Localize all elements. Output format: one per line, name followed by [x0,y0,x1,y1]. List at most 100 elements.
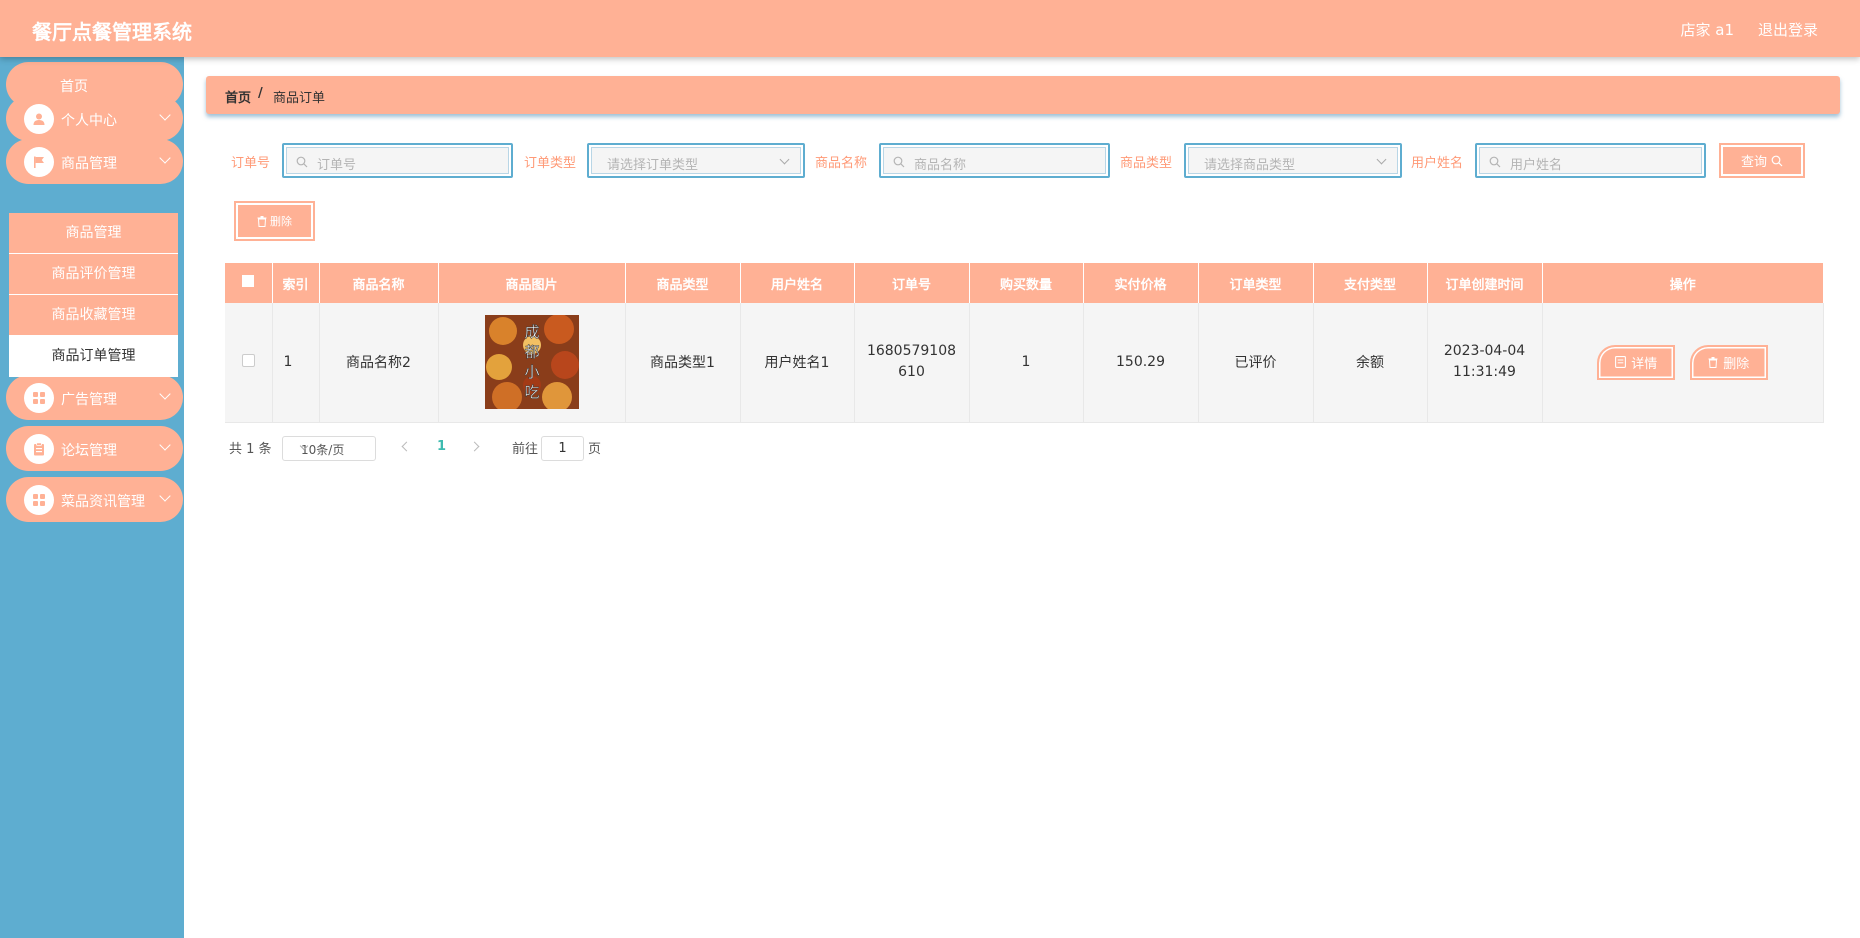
sidebar-item-ad-management[interactable]: 广告管理 [6,375,183,420]
column-header: 索引 [272,263,320,303]
goods-image-char: 都 [524,343,539,361]
actions-cell: 详情 删除 [1542,303,1824,423]
row-delete-label: 删除 [1723,357,1750,372]
trash-icon [257,215,267,227]
submenu-item-goods[interactable]: 商品管理 [9,213,178,254]
chevron-down-icon [159,109,171,121]
document-icon [1615,356,1627,368]
batch-delete-label: 删除 [270,215,292,228]
detail-button[interactable]: 详情 [1597,344,1676,380]
logout-link[interactable]: 退出登录 [1758,19,1818,40]
breadcrumb-home[interactable]: 首页 [225,87,251,106]
column-header: 商品名称 [319,263,439,303]
search-icon [1771,155,1783,166]
sidebar-item-dish-news-management[interactable]: 菜品资讯管理 [6,477,183,522]
user-name-label: 用户姓名 [1411,156,1464,171]
quantity-cell: 1 [969,303,1084,423]
batch-delete-button[interactable]: 删除 [234,201,315,241]
goods-name-label: 商品名称 [815,156,868,171]
next-page-icon[interactable] [469,441,480,452]
order-no-cell: 1680579108610 [854,303,970,423]
chevron-down-icon [1376,154,1387,165]
table-header-row: 索引 商品名称 商品图片 商品类型 用户姓名 订单号 购买数量 实付价格 订单类… [225,263,1823,303]
current-user: 店家 a1 [1680,21,1734,39]
column-header: 操作 [1542,263,1823,303]
goods-submenu: 商品管理 商品评价管理 商品收藏管理 商品订单管理 [9,213,178,377]
sidebar-item-label: 菜品资讯管理 [61,494,145,510]
sidebar-item-forum-management[interactable]: 论坛管理 [6,426,183,471]
created-at-cell: 2023-04-04 11:31:49 [1427,303,1543,423]
chevron-down-icon [779,154,790,165]
sidebar-item-label: 广告管理 [61,392,117,408]
pagination-total: 共 1 条 [229,442,272,457]
pay-type-cell: 余额 [1313,303,1428,423]
index-cell: 1 [272,303,320,423]
select-all-checkbox[interactable] [242,275,255,287]
page-number-current[interactable]: 1 [437,439,446,454]
query-button[interactable]: 查询 [1719,143,1805,178]
order-type-select[interactable]: 请选择订单类型 [587,143,805,178]
column-header: 商品图片 [438,263,626,303]
sidebar-item-goods-management[interactable]: 商品管理 [6,139,183,184]
user-name-input[interactable]: 用户姓名 [1475,143,1706,178]
search-icon [296,156,308,168]
price-cell: 150.29 [1083,303,1199,423]
sidebar-item-label: 商品管理 [61,156,117,172]
order-type-cell: 已评价 [1198,303,1314,423]
column-header: 支付类型 [1313,263,1428,303]
goods-image-char: 小 [524,363,539,381]
app-title: 餐厅点餐管理系统 [32,20,192,44]
goods-image[interactable]: 成 都 小 吃 [484,315,579,410]
column-header: 订单创建时间 [1427,263,1543,303]
row-select-cell [225,303,273,423]
order-type-label: 订单类型 [524,156,577,171]
top-header: 餐厅点餐管理系统 店家 a1 退出登录 [0,0,1860,57]
clipboard-icon [24,434,54,464]
breadcrumb-current: 商品订单 [273,91,326,106]
user-name-placeholder: 用户姓名 [1510,158,1563,173]
page-size-value: 10条/页 [301,443,345,457]
goto-page-input[interactable]: 1 [541,436,584,461]
submenu-item-goods-order[interactable]: 商品订单管理 [9,336,178,377]
goods-image-cell: 成 都 小 吃 [438,303,626,423]
sidebar-item-personal-center[interactable]: 个人中心 [6,96,183,141]
column-header: 实付价格 [1083,263,1199,303]
breadcrumb: 首页 / 商品订单 [206,76,1840,114]
row-delete-button[interactable]: 删除 [1689,345,1768,380]
grid-icon [24,383,54,413]
goods-name-input[interactable]: 商品名称 [879,143,1110,178]
grid-icon [24,485,54,515]
sidebar: 首页 个人中心 商品管理 广告管理 论坛管理 菜品资讯管理 [0,57,184,938]
breadcrumb-separator: / [258,86,263,101]
prev-page-icon[interactable] [401,441,412,452]
user-icon [24,104,54,134]
goods-type-label: 商品类型 [1120,156,1173,171]
goods-name-placeholder: 商品名称 [914,158,967,173]
column-header: 订单号 [854,263,970,303]
search-icon [893,156,905,168]
goto-label: 前往 [512,442,539,457]
table-row: 1 商品名称2 成 都 小 吃 商品类型1 用户姓名1 168057910861… [225,303,1824,423]
sidebar-item-label: 论坛管理 [61,443,117,459]
chevron-down-icon [159,388,171,400]
submenu-item-goods-favorite[interactable]: 商品收藏管理 [9,295,178,336]
goods-type-select[interactable]: 请选择商品类型 [1184,143,1402,178]
sidebar-item-label: 个人中心 [61,113,117,129]
column-header: 商品类型 [625,263,741,303]
goods-name-cell: 商品名称2 [319,303,439,423]
order-no-input[interactable]: 订单号 [282,143,513,178]
goods-type-placeholder: 请选择商品类型 [1204,158,1296,173]
order-table: 索引 商品名称 商品图片 商品类型 用户姓名 订单号 购买数量 实付价格 订单类… [225,263,1824,423]
query-button-label: 查询 [1740,155,1767,170]
submenu-item-goods-review[interactable]: 商品评价管理 [9,254,178,295]
column-header: 购买数量 [969,263,1084,303]
sidebar-item-label: 首页 [60,79,88,95]
user-name-cell: 用户姓名1 [740,303,855,423]
goods-type-cell: 商品类型1 [625,303,741,423]
column-header: 订单类型 [1198,263,1314,303]
row-checkbox[interactable] [241,353,255,367]
order-type-placeholder: 请选择订单类型 [607,158,699,173]
page-size-select[interactable]: 10条/页 [282,436,376,461]
select-all-cell [225,263,273,303]
page-suffix-label: 页 [588,442,602,457]
